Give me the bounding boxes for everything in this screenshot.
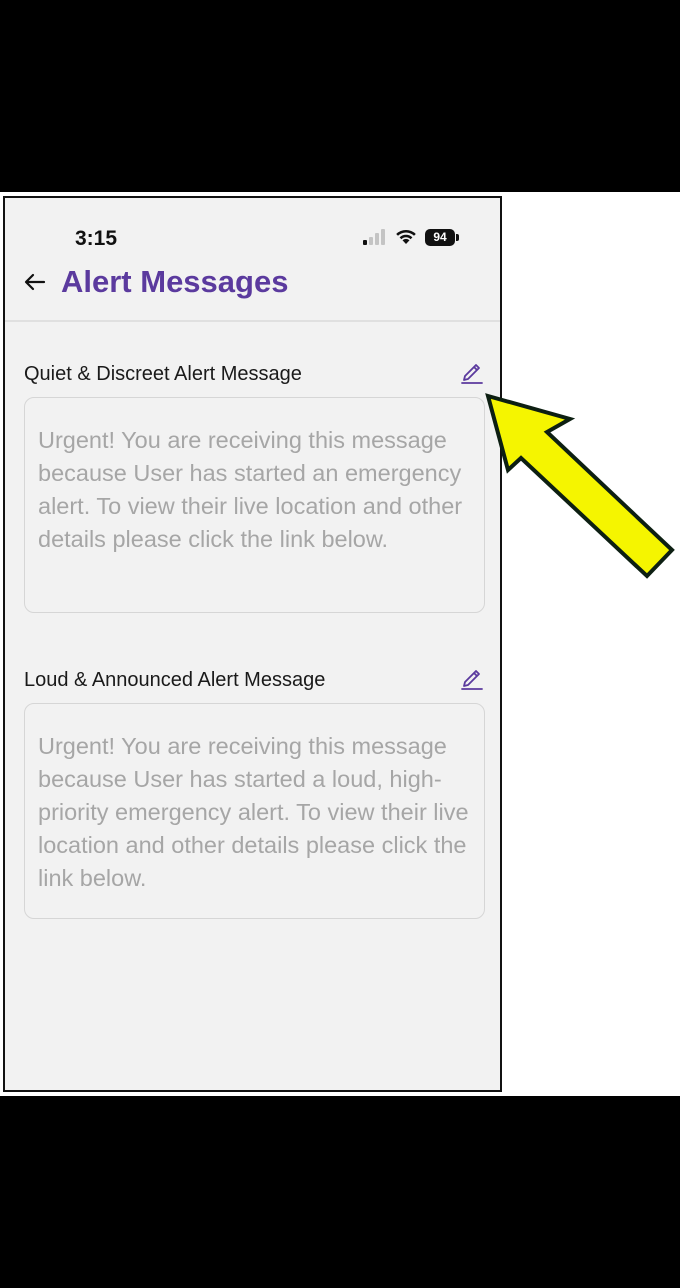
- page-title: Alert Messages: [61, 264, 289, 299]
- status-time: 3:15: [75, 227, 118, 250]
- back-arrow-icon[interactable]: [21, 268, 49, 296]
- wifi-icon: [396, 229, 416, 244]
- loud-alert-label: Loud & Announced Alert Message: [24, 669, 326, 691]
- loud-alert-message-field[interactable]: Urgent! You are receiving this message b…: [24, 703, 485, 919]
- battery-level: 94: [425, 229, 455, 246]
- page-header: Alert Messages: [5, 258, 500, 322]
- battery-icon: 94: [425, 229, 459, 246]
- edit-pencil-icon[interactable]: [459, 357, 485, 385]
- battery-cap: [456, 234, 459, 241]
- quiet-alert-label: Quiet & Discreet Alert Message: [24, 363, 302, 385]
- phone-screen: 3:15 94 Alert Messages Quiet & Discreet …: [3, 196, 502, 1092]
- cellular-signal-icon: [363, 229, 385, 245]
- quiet-alert-message-field[interactable]: Urgent! You are receiving this message b…: [24, 397, 485, 613]
- screenshot-canvas: 3:15 94 Alert Messages Quiet & Discreet …: [0, 0, 680, 1288]
- edit-pencil-icon[interactable]: [459, 663, 485, 691]
- annotation-arrow-icon: [485, 393, 675, 579]
